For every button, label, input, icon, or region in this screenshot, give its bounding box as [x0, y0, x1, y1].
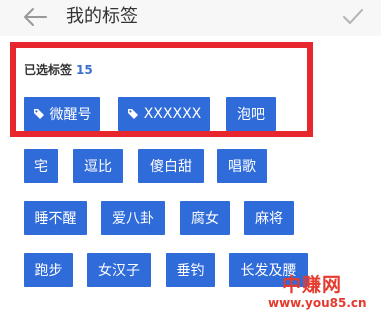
tag-chip[interactable]: 逗比 — [73, 149, 123, 183]
selected-tags-count: 15 — [76, 63, 93, 77]
tag-icon — [127, 109, 138, 119]
checkmark-icon[interactable] — [341, 7, 365, 27]
selected-tag-label: 泡吧 — [237, 107, 265, 123]
tag-chip[interactable]: 跑步 — [24, 253, 73, 287]
watermark-url: www.you85.cn — [268, 296, 367, 310]
tag-chip[interactable]: 腐女 — [180, 201, 230, 235]
selected-tag[interactable]: XXXXXX — [118, 97, 210, 131]
tag-chip[interactable]: 垂钓 — [166, 253, 215, 287]
selected-tag[interactable]: 微醒号 — [24, 97, 100, 131]
tag-chip[interactable]: 女汉子 — [87, 253, 151, 287]
selected-tags-label: 已选标签 — [24, 63, 73, 77]
selected-tag-label: 微醒号 — [49, 107, 92, 123]
tag-chip[interactable]: 睡不醒 — [24, 201, 87, 235]
tag-chip[interactable]: 爱八卦 — [101, 201, 165, 235]
top-bar: 我的标签 — [0, 0, 381, 36]
selected-tag-label: XXXXXX — [143, 106, 202, 122]
watermark-logo: 中赚网 — [282, 274, 343, 296]
selected-tag[interactable]: 泡吧 — [226, 97, 276, 131]
tag-chip[interactable]: 傻白甜 — [138, 149, 204, 183]
back-arrow-icon[interactable] — [22, 6, 48, 28]
tag-icon — [33, 109, 44, 119]
tag-chip[interactable]: 宅 — [24, 149, 58, 183]
page-title: 我的标签 — [66, 6, 138, 27]
tag-chip[interactable]: 麻将 — [244, 201, 294, 235]
tag-chip[interactable]: 唱歌 — [217, 149, 267, 183]
